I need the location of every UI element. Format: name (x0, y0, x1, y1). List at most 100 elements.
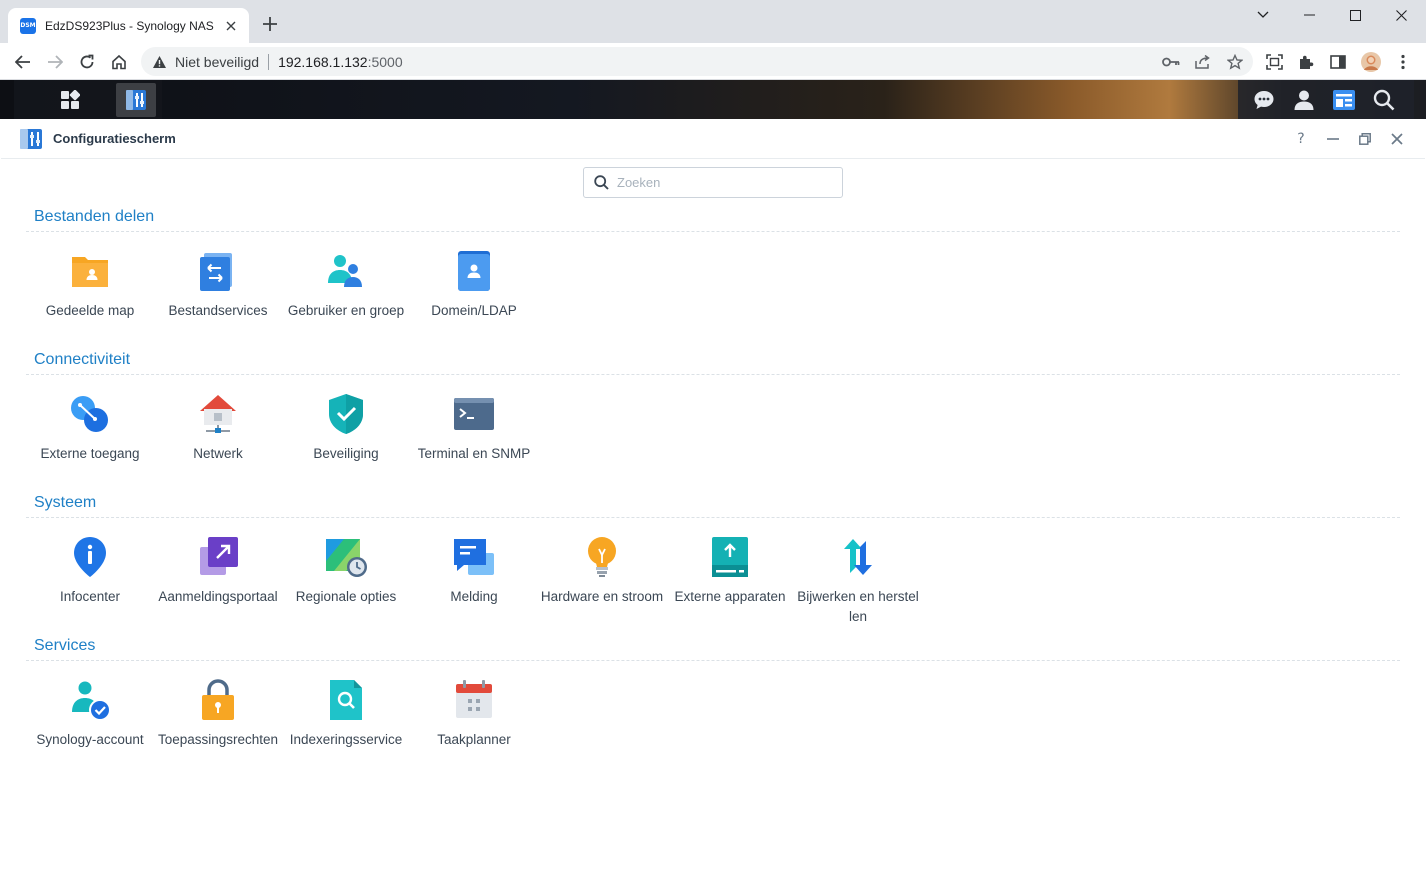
synology-account-icon (72, 681, 111, 721)
item-info-center[interactable]: Infocenter (26, 535, 154, 607)
section-title-connectivity: Connectiviteit (34, 351, 131, 368)
dsm-taskbar (0, 80, 1426, 119)
item-notification[interactable]: Melding (410, 535, 538, 607)
share-icon[interactable] (1193, 52, 1213, 72)
item-label: Aanmeldingsportaal (158, 589, 278, 604)
insecure-label[interactable]: Niet beveiligd (175, 54, 259, 70)
external-devices-icon (712, 537, 748, 577)
section-divider (26, 517, 1400, 518)
control-panel-taskbar-icon[interactable] (116, 83, 156, 117)
new-tab-button[interactable] (258, 12, 282, 36)
info-center-icon (74, 537, 106, 577)
url-host: 192.168.1.132 (278, 53, 368, 70)
window-header: Configuratiescherm ? (1, 119, 1425, 159)
search-icon (594, 175, 609, 190)
maximize-window-button[interactable] (1332, 0, 1378, 30)
window-restore-icon[interactable] (1356, 130, 1374, 148)
item-label: Gedeelde map (45, 303, 135, 318)
close-window-button[interactable] (1378, 0, 1424, 30)
item-hardware-power[interactable]: Hardware en stroom (538, 535, 666, 607)
address-bar[interactable]: Niet beveiligd 192.168.1.132:5000 (141, 47, 1253, 76)
item-label: Externe apparaten (674, 589, 786, 604)
bookmark-star-icon[interactable] (1225, 52, 1245, 72)
minimize-window-button[interactable] (1286, 0, 1332, 30)
tab-search-icon[interactable] (1240, 0, 1286, 30)
item-label: Terminal en SNMP (417, 446, 531, 461)
shared-folder-icon (72, 257, 108, 287)
item-label: Externe toegang (40, 446, 140, 461)
search-field[interactable] (583, 167, 843, 198)
calendar-icon (456, 680, 492, 718)
notification-icon (454, 539, 494, 575)
item-login-portal[interactable]: Aanmeldingsportaal (154, 535, 282, 607)
widgets-icon[interactable] (1324, 83, 1364, 117)
home-icon[interactable] (105, 48, 133, 76)
item-network[interactable]: Netwerk (154, 392, 282, 464)
network-icon (200, 395, 236, 433)
item-label: Domein/LDAP (431, 303, 517, 318)
tab-close-icon[interactable] (223, 18, 239, 34)
item-label: Synology-account (36, 732, 144, 747)
user-icon[interactable] (1284, 83, 1324, 117)
dsm-taskbar-right (1238, 80, 1414, 119)
item-label: Taakplanner (437, 732, 511, 747)
item-label: Indexeringsservice (289, 732, 403, 747)
forward-icon[interactable] (41, 48, 69, 76)
item-label: Bijwerken en herstellen (797, 589, 919, 624)
item-label: Melding (450, 589, 498, 604)
reload-icon[interactable] (73, 48, 101, 76)
browser-toolbar: Niet beveiligd 192.168.1.132:5000 (0, 43, 1426, 80)
browser-menu-icon[interactable] (1393, 52, 1413, 72)
window-close-icon[interactable] (1388, 130, 1406, 148)
terminal-icon (454, 398, 494, 430)
password-key-icon[interactable] (1161, 52, 1181, 72)
item-external-access[interactable]: Externe toegang (26, 392, 154, 464)
item-application-privileges[interactable]: Toepassingsrechten (154, 678, 282, 750)
dsm-search-icon[interactable] (1364, 83, 1404, 117)
item-domain-ldap[interactable]: Domein/LDAP (410, 249, 538, 321)
item-label: Infocenter (59, 589, 121, 604)
tab-title: EdzDS923Plus - Synology NAS (45, 18, 214, 33)
user-group-icon (328, 255, 362, 287)
item-user-group[interactable]: Gebruiker en groep (282, 249, 410, 321)
item-security[interactable]: Beveiliging (282, 392, 410, 464)
section-title-services: Services (34, 637, 96, 654)
padlock-icon (202, 679, 234, 720)
item-synology-account[interactable]: Synology-account (26, 678, 154, 750)
warning-icon[interactable] (151, 54, 167, 70)
search-input[interactable] (617, 175, 827, 190)
window-title: Configuratiescherm (53, 131, 176, 146)
update-restore-icon (844, 539, 872, 575)
item-external-devices[interactable]: Externe apparaten (666, 535, 794, 607)
item-label: Gebruiker en groep (287, 303, 405, 318)
dsm-taskbar-left (14, 80, 162, 119)
section-divider (26, 660, 1400, 661)
item-label: Bestandservices (168, 303, 268, 318)
item-terminal-snmp[interactable]: Terminal en SNMP (410, 392, 538, 464)
screenshot-icon[interactable] (1264, 52, 1284, 72)
dsm-favicon-icon: DSM (20, 17, 36, 34)
item-regional-options[interactable]: Regionale opties (282, 535, 410, 607)
main-menu-grid-icon[interactable] (50, 83, 90, 117)
profile-avatar[interactable] (1361, 52, 1381, 72)
external-access-icon (71, 396, 108, 432)
side-panel-icon[interactable] (1328, 52, 1348, 72)
extensions-puzzle-icon[interactable] (1296, 52, 1316, 72)
chat-bubble-icon[interactable] (1244, 83, 1284, 117)
item-task-scheduler[interactable]: Taakplanner (410, 678, 538, 750)
browser-tab[interactable]: DSM EdzDS923Plus - Synology NAS (8, 8, 249, 43)
section-title-file-sharing: Bestanden delen (34, 208, 155, 225)
item-label: Regionale opties (295, 589, 397, 604)
security-shield-icon (329, 394, 363, 434)
item-label: Beveiliging (313, 446, 379, 461)
item-file-services[interactable]: Bestandservices (154, 249, 282, 321)
help-icon[interactable]: ? (1292, 130, 1310, 148)
url-port: :5000 (367, 53, 403, 70)
item-indexing-service[interactable]: Indexeringsservice (282, 678, 410, 750)
login-portal-icon (200, 537, 238, 575)
item-shared-folder[interactable]: Gedeelde map (26, 249, 154, 321)
domain-ldap-icon (458, 251, 490, 291)
item-update-restore[interactable]: Bijwerken en herstellen (794, 535, 922, 627)
window-minimize-icon[interactable] (1324, 130, 1342, 148)
back-icon[interactable] (9, 48, 37, 76)
